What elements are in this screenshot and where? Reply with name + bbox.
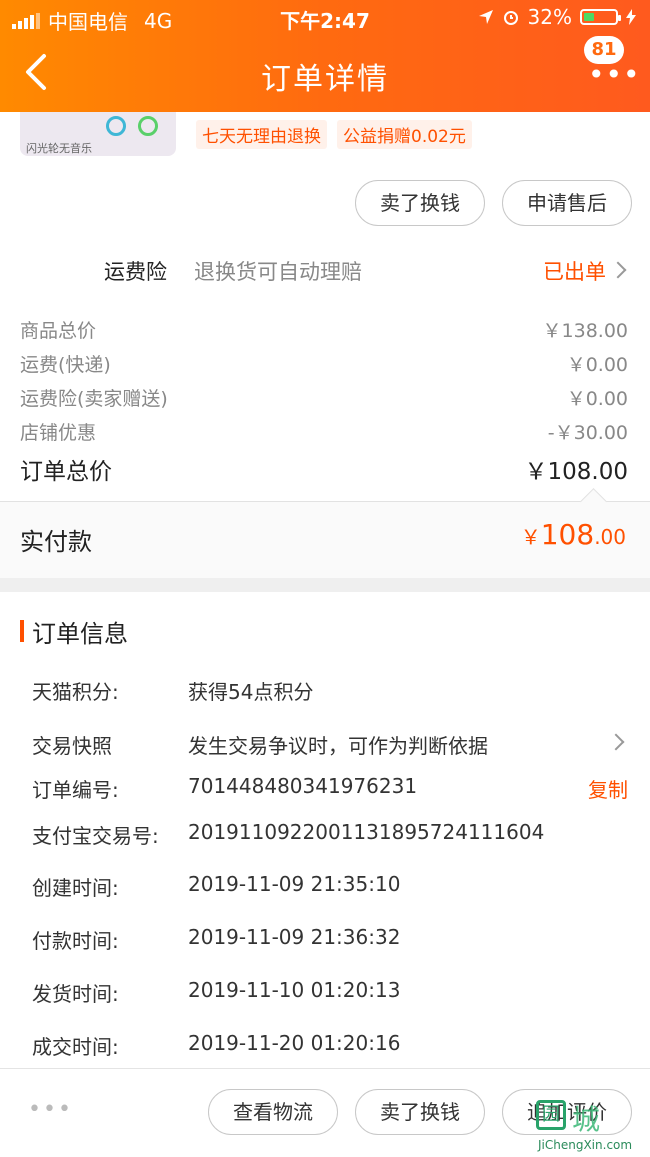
info-value-shipped: 2019-11-10 01:20:13 [188, 978, 401, 1002]
paid-amount: ￥108.00 [520, 518, 626, 551]
site-watermark: 园 城 JiChengXin.com [532, 1098, 650, 1156]
chevron-right-icon [607, 733, 625, 751]
info-label-alipay-no: 支付宝交易号: [32, 824, 159, 848]
info-value-created: 2019-11-09 21:35:10 [188, 872, 401, 896]
price-row-insurance: 运费险(卖家赠送) ￥0.00 [20, 384, 628, 414]
watermark-logo-icon: 园 [536, 1100, 566, 1130]
actual-paid-row: 实付款 ￥108.00 [0, 502, 650, 578]
order-total-row: 订单总价 ￥108.00 [20, 452, 628, 488]
info-label-points: 天猫积分: [32, 680, 119, 704]
info-label-shipped: 发货时间: [32, 982, 119, 1006]
wheel-graphic [138, 116, 158, 136]
more-actions-button[interactable]: ••• [28, 1097, 73, 1122]
section-accent-bar [20, 620, 24, 642]
more-dots-icon: ••• [588, 58, 641, 91]
info-value-snapshot: 发生交易争议时，可作为判断依据 [188, 734, 488, 758]
price-label: 店铺优惠 [20, 422, 97, 444]
trade-snapshot-row[interactable]: 交易快照 发生交易争议时，可作为判断依据 [0, 720, 650, 764]
price-label: 商品总价 [20, 320, 97, 342]
thumbnail-caption: 闪光轮无音乐 [26, 142, 92, 155]
info-value-completed: 2019-11-20 01:20:16 [188, 1031, 401, 1055]
info-label-order-no: 订单编号: [32, 778, 119, 802]
chevron-right-icon [609, 261, 627, 279]
price-row-goods: 商品总价 ￥138.00 [20, 316, 628, 346]
tag-charity: 公益捐赠0.02元 [337, 120, 472, 149]
sell-for-cash-bottom-button[interactable]: 卖了换钱 [355, 1089, 485, 1135]
shipping-insurance-row[interactable]: 运费险 退换货可自动理赔 已出单 [0, 248, 650, 292]
status-bar: 中国电信 4G 下午2:47 32% [0, 0, 650, 36]
info-label-snapshot: 交易快照 [32, 734, 112, 758]
alarm-clock-icon [503, 11, 518, 25]
nav-bar: 订单详情 81 ••• [0, 36, 650, 112]
price-row-shipping: 运费(快递) ￥0.00 [20, 350, 628, 380]
section-gap [0, 578, 650, 592]
total-value: ￥108.00 [524, 459, 628, 485]
watermark-url: JiChengXin.com [538, 1138, 633, 1152]
paid-label: 实付款 [20, 528, 92, 556]
product-thumbnail[interactable]: 闪光轮无音乐 [20, 112, 176, 156]
price-value: ￥0.00 [566, 354, 628, 376]
battery-percent: 32% [527, 5, 572, 29]
info-label-created: 创建时间: [32, 876, 119, 900]
view-logistics-button[interactable]: 查看物流 [208, 1089, 338, 1135]
price-row-discount: 店铺优惠 -￥30.00 [20, 418, 628, 448]
wheel-graphic [106, 116, 126, 136]
header-bar: 中国电信 4G 下午2:47 32% 订单详情 81 ••• [0, 0, 650, 112]
info-value-paid-time: 2019-11-09 21:36:32 [188, 925, 401, 949]
price-value: ￥0.00 [566, 388, 628, 410]
battery-icon [580, 9, 621, 25]
price-value: ￥138.00 [542, 320, 628, 342]
info-label-paid-time: 付款时间: [32, 929, 119, 953]
page-title: 订单详情 [261, 62, 389, 97]
watermark-text: 城 [572, 1103, 601, 1136]
tag-return-policy: 七天无理由退换 [196, 120, 327, 149]
price-label: 运费(快递) [20, 354, 111, 376]
total-label: 订单总价 [20, 459, 112, 485]
location-arrow-icon [478, 10, 493, 24]
info-label-completed: 成交时间: [32, 1035, 119, 1059]
product-tags: 七天无理由退换 公益捐赠0.02元 [196, 120, 472, 149]
copy-order-number-button[interactable]: 复制 [588, 774, 628, 803]
order-info-title: 订单信息 [32, 620, 128, 648]
price-value: -￥30.00 [547, 422, 628, 444]
charging-bolt-icon [626, 9, 636, 25]
more-menu-button[interactable]: 81 ••• [584, 36, 640, 96]
price-label: 运费险(卖家赠送) [20, 388, 168, 410]
insurance-description: 退换货可自动理赔 [194, 260, 362, 284]
apply-after-sale-button[interactable]: 申请售后 [502, 180, 632, 226]
insurance-label: 运费险 [104, 260, 167, 284]
info-value-points: 获得54点积分 [188, 680, 314, 704]
info-value-alipay-no: 2019110922001131895724111604 [188, 820, 545, 844]
sell-for-cash-button[interactable]: 卖了换钱 [355, 180, 485, 226]
info-value-order-no: 701448480341976231 [188, 774, 418, 798]
insurance-status: 已出单 [543, 260, 606, 284]
